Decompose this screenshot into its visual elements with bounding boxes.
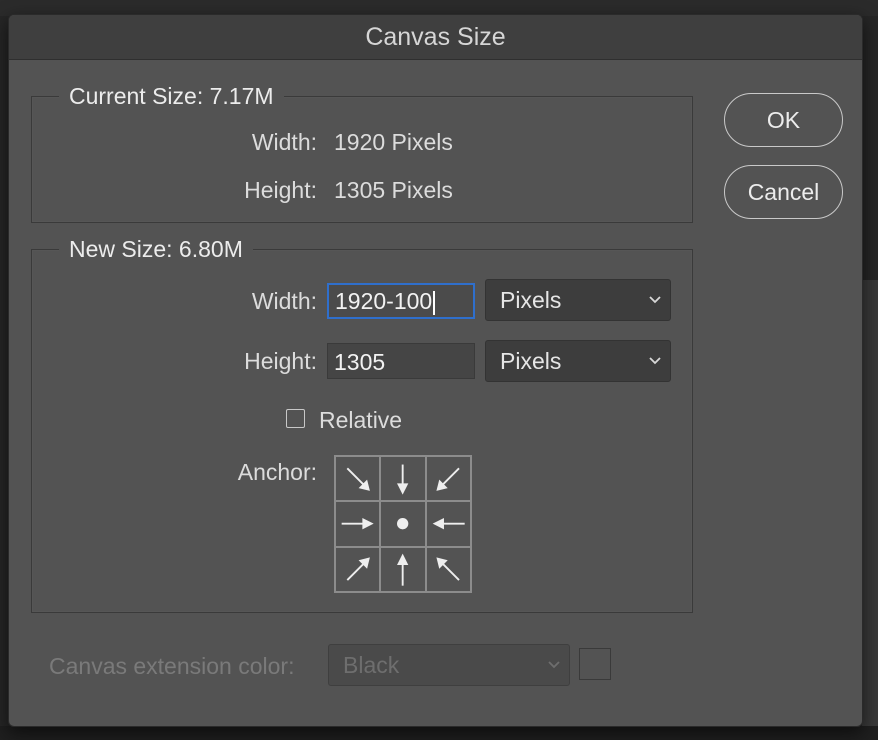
arrow-down-right-icon [346,467,370,491]
chevron-down-icon [548,661,560,669]
cancel-button[interactable]: Cancel [724,165,843,219]
arrow-down-icon [397,464,409,495]
new-height-unit-select[interactable]: Pixels [485,340,671,382]
chevron-down-icon [649,296,661,304]
arrow-up-icon [397,553,409,586]
anchor-bottom-right[interactable] [425,546,471,592]
new-width-value: 1920-100 [335,288,433,314]
arrow-up-right-icon [346,557,370,581]
anchor-label: Anchor: [237,459,317,485]
extension-color-label: Canvas extension color: [49,653,295,679]
extension-color-value: Black [343,652,400,678]
ok-button[interactable]: OK [724,93,843,147]
current-width-label: Width: [251,129,317,155]
background-panel [862,280,878,740]
anchor-center[interactable] [380,501,426,547]
background-footer [0,726,878,740]
current-height-value: 1305 Pixels [334,177,453,203]
anchor-top-left[interactable] [335,456,381,502]
anchor-grid[interactable] [334,455,472,593]
new-height-value: 1305 [334,349,386,375]
dialog-title: Canvas Size [9,15,862,60]
anchor-middle-left[interactable] [335,501,381,547]
arrow-up-left-icon [436,557,460,581]
current-height-label: Height: [244,177,317,203]
relative-checkbox[interactable] [286,409,305,428]
new-height-input[interactable]: 1305 [327,343,475,379]
extension-color-select[interactable]: Black [328,644,570,686]
anchor-middle-right[interactable] [425,501,471,547]
new-height-label: Height: [244,348,317,374]
arrow-down-left-icon [436,467,460,491]
current-width-value: 1920 Pixels [334,129,453,155]
arrow-left-icon [432,518,465,530]
new-width-unit-value: Pixels [500,287,562,313]
anchor-top-center[interactable] [380,456,426,502]
new-size-legend: New Size: 6.80M [59,236,253,263]
new-width-input[interactable]: 1920-100 [327,283,475,319]
anchor-dot-icon [397,518,409,530]
canvas-size-dialog: Canvas Size Current Size: 7.17M Width: 1… [8,14,863,727]
anchor-top-right[interactable] [425,456,471,502]
anchor-bottom-center[interactable] [380,546,426,592]
new-height-unit-value: Pixels [500,348,562,374]
arrow-right-icon [341,518,374,530]
relative-label[interactable]: Relative [319,407,402,434]
extension-color-swatch[interactable] [579,648,611,680]
new-width-label: Width: [251,288,317,314]
new-width-unit-select[interactable]: Pixels [485,279,671,321]
text-caret [433,290,435,315]
chevron-down-icon [649,357,661,365]
anchor-bottom-left[interactable] [335,546,381,592]
current-size-legend: Current Size: 7.17M [59,83,284,110]
